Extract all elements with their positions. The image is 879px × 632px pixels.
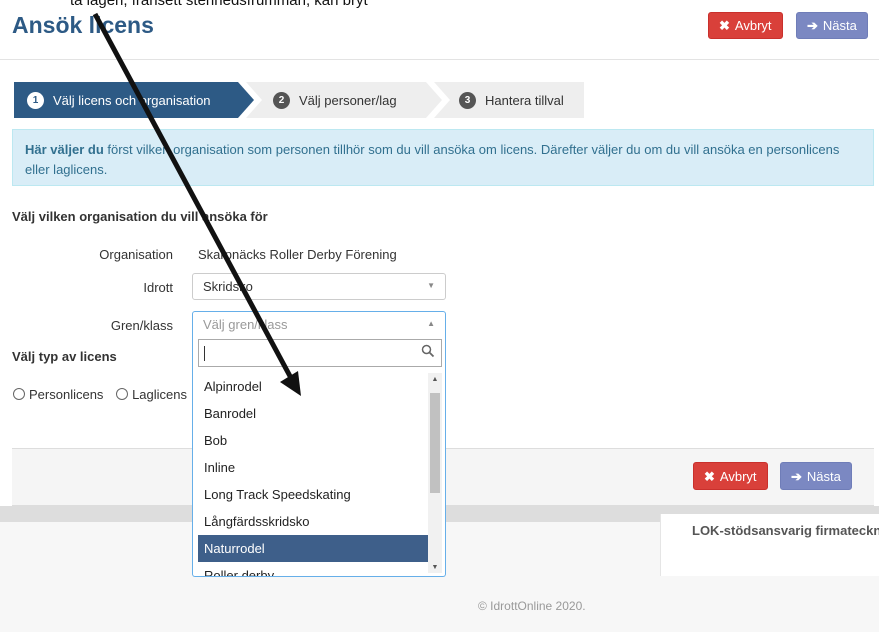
step-3[interactable]: 3 Hantera tillval: [434, 82, 584, 118]
info-bold: Här väljer du: [25, 142, 104, 157]
step-label: Välj personer/lag: [299, 92, 397, 108]
next-button-bottom[interactable]: ➔ Nästa: [780, 462, 852, 490]
idrott-label: Idrott: [143, 280, 173, 295]
gren-label: Gren/klass: [110, 318, 173, 333]
step-number: 3: [459, 91, 476, 109]
gren-placeholder: Välj gren/klass: [203, 317, 288, 332]
copyright: © IdrottOnline 2020.: [478, 599, 586, 613]
dropdown-option[interactable]: Bob: [198, 427, 428, 454]
dropdown-search-input[interactable]: [198, 339, 442, 367]
arrow-right-icon: ➔: [791, 468, 802, 484]
page-title: Ansök licens: [12, 12, 154, 38]
arrow-right-icon: ➔: [807, 18, 818, 33]
radio-icon: [13, 388, 25, 400]
dropdown-option[interactable]: Långfärdsskridsko: [198, 508, 428, 535]
wizard-steps: 1 Välj licens och organisation 2 Välj pe…: [14, 82, 584, 118]
organisation-value: Skarpnäcks Roller Derby Förening: [198, 247, 397, 262]
dropdown-options: Alpinrodel Banrodel Bob Inline Long Track Sp…: [198, 373, 428, 576]
license-type-title: Välj typ av licens: [12, 349, 117, 364]
lok-title: LOK-stödsansvarig firmatecknare: [692, 523, 879, 538]
cancel-button-top[interactable]: ✖ Avbryt: [708, 12, 783, 39]
caret-up-icon: ▲: [427, 319, 435, 328]
step-1[interactable]: 1 Välj licens och organisation: [14, 82, 254, 118]
scroll-thumb[interactable]: [430, 393, 440, 493]
license-radio-group: Personlicens Laglicens: [13, 387, 187, 402]
next-button-top[interactable]: ➔ Nästa: [796, 12, 868, 39]
personlicens-radio[interactable]: Personlicens: [13, 387, 103, 402]
radio-icon: [116, 388, 129, 400]
step-2[interactable]: 2 Välj personer/lag: [246, 82, 442, 118]
search-icon: [421, 344, 435, 358]
scroll-down-icon[interactable]: ▼: [428, 564, 442, 571]
text-cursor: [204, 346, 205, 361]
dropdown-option[interactable]: Naturrodel: [198, 535, 428, 562]
idrott-value: Skridsko: [203, 279, 253, 294]
top-clipped-text: ta lagen, frånsett stenhedsfrumman, kan …: [70, 0, 368, 9]
organisation-label: Organisation: [99, 247, 173, 262]
laglicens-radio[interactable]: Laglicens: [116, 387, 187, 402]
org-section-title: Välj vilken organisation du vill ansöka …: [12, 209, 268, 224]
dropdown-option[interactable]: Banrodel: [198, 400, 428, 427]
caret-down-icon: ▼: [427, 281, 435, 290]
gren-dropdown: Alpinrodel Banrodel Bob Inline Long Track Sp…: [192, 334, 446, 577]
idrott-select[interactable]: Skridsko ▼: [192, 273, 446, 300]
dropdown-option[interactable]: Alpinrodel: [198, 373, 428, 400]
close-icon: ✖: [719, 18, 730, 33]
cancel-button-bottom[interactable]: ✖ Avbryt: [693, 462, 768, 490]
step-label: Välj licens och organisation: [53, 92, 211, 108]
info-text: först vilken organisation som personen t…: [25, 142, 840, 177]
close-icon: ✖: [704, 468, 715, 484]
dropdown-option[interactable]: Long Track Speedskating: [198, 481, 428, 508]
step-label: Hantera tillval: [485, 92, 564, 108]
radio-label: Personlicens: [29, 387, 104, 402]
step-number: 1: [27, 91, 44, 109]
scroll-up-icon[interactable]: ▲: [428, 376, 442, 383]
dropdown-option[interactable]: Roller derby: [198, 562, 428, 576]
info-alert: Här väljer du först vilken organisation …: [12, 129, 874, 186]
dropdown-scrollbar[interactable]: ▲ ▼: [428, 373, 442, 573]
step-number: 2: [273, 91, 290, 109]
header-divider: [0, 59, 879, 60]
radio-label: Laglicens: [132, 387, 187, 402]
dropdown-option[interactable]: Inline: [198, 454, 428, 481]
